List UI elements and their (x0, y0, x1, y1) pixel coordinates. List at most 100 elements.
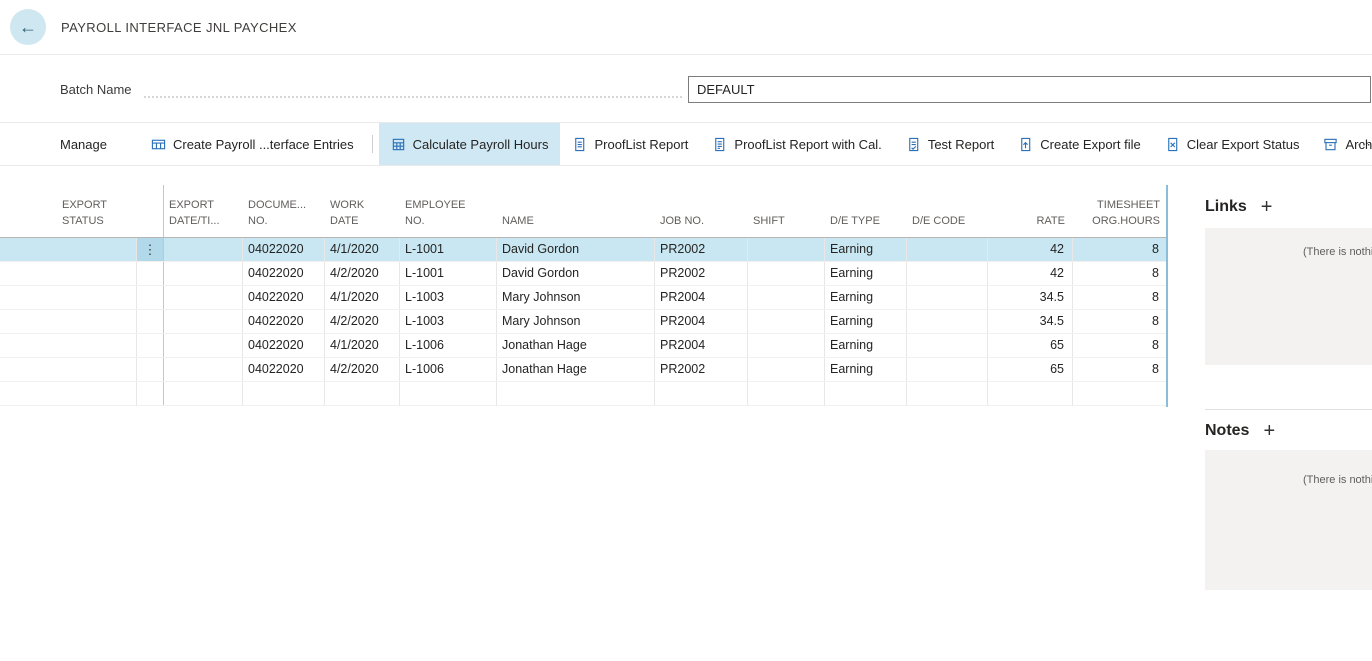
cell-work-date[interactable]: 4/2/2020 (325, 262, 400, 285)
cell-work-date[interactable]: 4/2/2020 (325, 358, 400, 381)
cell-shift[interactable] (748, 358, 825, 381)
table-row[interactable]: 040220204/1/2020L-1006Jonathan HagePR200… (0, 334, 1168, 358)
cell-de-type[interactable]: Earning (825, 310, 907, 333)
cell-employee-no[interactable]: L-1003 (400, 286, 497, 309)
cell-work-date[interactable] (325, 382, 400, 405)
cell-row-menu[interactable] (137, 334, 164, 357)
toolbar-action-prooflist-report[interactable]: ProofList Report (560, 123, 700, 165)
column-header-rate[interactable]: RATE (988, 214, 1073, 237)
cell-work-date[interactable]: 4/1/2020 (325, 286, 400, 309)
cell-name[interactable]: Jonathan Hage (497, 358, 655, 381)
column-header-export-date[interactable]: EXPORTDATE/TI... (164, 198, 243, 237)
table-row[interactable]: 040220204/1/2020L-1003Mary JohnsonPR2004… (0, 286, 1168, 310)
cell-shift[interactable] (748, 262, 825, 285)
table-row[interactable]: 040220204/2/2020L-1006Jonathan HagePR200… (0, 358, 1168, 382)
cell-rate[interactable]: 34.5 (988, 310, 1073, 333)
column-header-job-no[interactable]: JOB NO. (655, 214, 748, 237)
cell-shift[interactable] (748, 238, 825, 261)
cell-de-code[interactable] (907, 238, 988, 261)
cell-employee-no[interactable]: L-1003 (400, 310, 497, 333)
batch-name-input[interactable] (688, 76, 1371, 103)
cell-row-menu[interactable] (137, 286, 164, 309)
back-button[interactable]: ← (10, 9, 46, 45)
cell-document-no[interactable]: 04022020 (243, 238, 325, 261)
cell-document-no[interactable]: 04022020 (243, 358, 325, 381)
cell-work-date[interactable]: 4/1/2020 (325, 334, 400, 357)
column-header-export-status[interactable]: EXPORTSTATUS (0, 198, 137, 237)
cell-export-date[interactable] (164, 382, 243, 405)
cell-de-code[interactable] (907, 286, 988, 309)
cell-de-type[interactable] (825, 382, 907, 405)
row-context-menu-button[interactable]: ⋮ (137, 238, 164, 261)
cell-name[interactable] (497, 382, 655, 405)
cell-export-status[interactable] (0, 334, 137, 357)
cell-shift[interactable] (748, 382, 825, 405)
cell-export-status[interactable] (0, 382, 137, 405)
cell-export-date[interactable] (164, 262, 243, 285)
column-header-de-type[interactable]: D/E TYPE (825, 214, 907, 237)
cell-document-no[interactable]: 04022020 (243, 262, 325, 285)
cell-job-no[interactable]: PR2004 (655, 286, 748, 309)
cell-shift[interactable] (748, 286, 825, 309)
table-row[interactable]: 040220204/2/2020L-1001David GordonPR2002… (0, 262, 1168, 286)
cell-row-menu[interactable] (137, 262, 164, 285)
cell-employee-no[interactable]: L-1001 (400, 238, 497, 261)
cell-export-date[interactable] (164, 334, 243, 357)
toolbar-action-prooflist-report-with-cal[interactable]: ProofList Report with Cal. (700, 123, 893, 165)
cell-job-no[interactable]: PR2002 (655, 238, 748, 261)
cell-de-type[interactable]: Earning (825, 358, 907, 381)
cell-de-code[interactable] (907, 262, 988, 285)
table-row[interactable]: 040220204/2/2020L-1003Mary JohnsonPR2004… (0, 310, 1168, 334)
cell-work-date[interactable]: 4/2/2020 (325, 310, 400, 333)
cell-job-no[interactable]: PR2002 (655, 262, 748, 285)
cell-export-status[interactable] (0, 238, 137, 261)
cell-employee-no[interactable]: L-1001 (400, 262, 497, 285)
cell-timesheet-hours[interactable] (1073, 382, 1168, 405)
cell-export-date[interactable] (164, 238, 243, 261)
toolbar-action-clear-export-status[interactable]: Clear Export Status (1153, 123, 1312, 165)
cell-rate[interactable]: 42 (988, 262, 1073, 285)
cell-row-menu[interactable] (137, 382, 164, 405)
toolbar-action-create-export-file[interactable]: Create Export file (1006, 123, 1152, 165)
cell-export-date[interactable] (164, 286, 243, 309)
column-header-employee-no[interactable]: EMPLOYEENO. (400, 198, 497, 237)
cell-document-no[interactable] (243, 382, 325, 405)
links-add-button[interactable]: + (1261, 197, 1273, 217)
cell-shift[interactable] (748, 310, 825, 333)
cell-row-menu[interactable] (137, 358, 164, 381)
cell-de-type[interactable]: Earning (825, 286, 907, 309)
cell-name[interactable]: Mary Johnson (497, 310, 655, 333)
cell-export-status[interactable] (0, 310, 137, 333)
cell-job-no[interactable]: PR2004 (655, 310, 748, 333)
cell-export-status[interactable] (0, 286, 137, 309)
cell-job-no[interactable]: PR2004 (655, 334, 748, 357)
cell-employee-no[interactable]: L-1006 (400, 334, 497, 357)
toolbar-action-test-report[interactable]: Test Report (894, 123, 1006, 165)
cell-timesheet-hours[interactable]: 8 (1073, 334, 1168, 357)
cell-rate[interactable]: 34.5 (988, 286, 1073, 309)
cell-de-type[interactable]: Earning (825, 262, 907, 285)
cell-job-no[interactable]: PR2002 (655, 358, 748, 381)
cell-rate[interactable] (988, 382, 1073, 405)
column-header-timesheet-hours[interactable]: TIMESHEETORG.HOURS (1073, 198, 1168, 237)
cell-timesheet-hours[interactable]: 8 (1073, 286, 1168, 309)
cell-de-code[interactable] (907, 310, 988, 333)
cell-rate[interactable]: 42 (988, 238, 1073, 261)
table-row[interactable]: ⋮040220204/1/2020L-1001David GordonPR200… (0, 238, 1168, 262)
cell-de-code[interactable] (907, 334, 988, 357)
cell-timesheet-hours[interactable]: 8 (1073, 310, 1168, 333)
table-row[interactable] (0, 382, 1168, 406)
cell-job-no[interactable] (655, 382, 748, 405)
cell-document-no[interactable]: 04022020 (243, 286, 325, 309)
cell-export-date[interactable] (164, 358, 243, 381)
column-header-shift[interactable]: SHIFT (748, 214, 825, 237)
cell-de-type[interactable]: Earning (825, 238, 907, 261)
cell-document-no[interactable]: 04022020 (243, 334, 325, 357)
column-header-name[interactable]: NAME (497, 214, 655, 237)
column-header-de-code[interactable]: D/E CODE (907, 214, 988, 237)
cell-export-status[interactable] (0, 262, 137, 285)
cell-de-code[interactable] (907, 358, 988, 381)
cell-de-code[interactable] (907, 382, 988, 405)
cell-export-status[interactable] (0, 358, 137, 381)
cell-rate[interactable]: 65 (988, 334, 1073, 357)
